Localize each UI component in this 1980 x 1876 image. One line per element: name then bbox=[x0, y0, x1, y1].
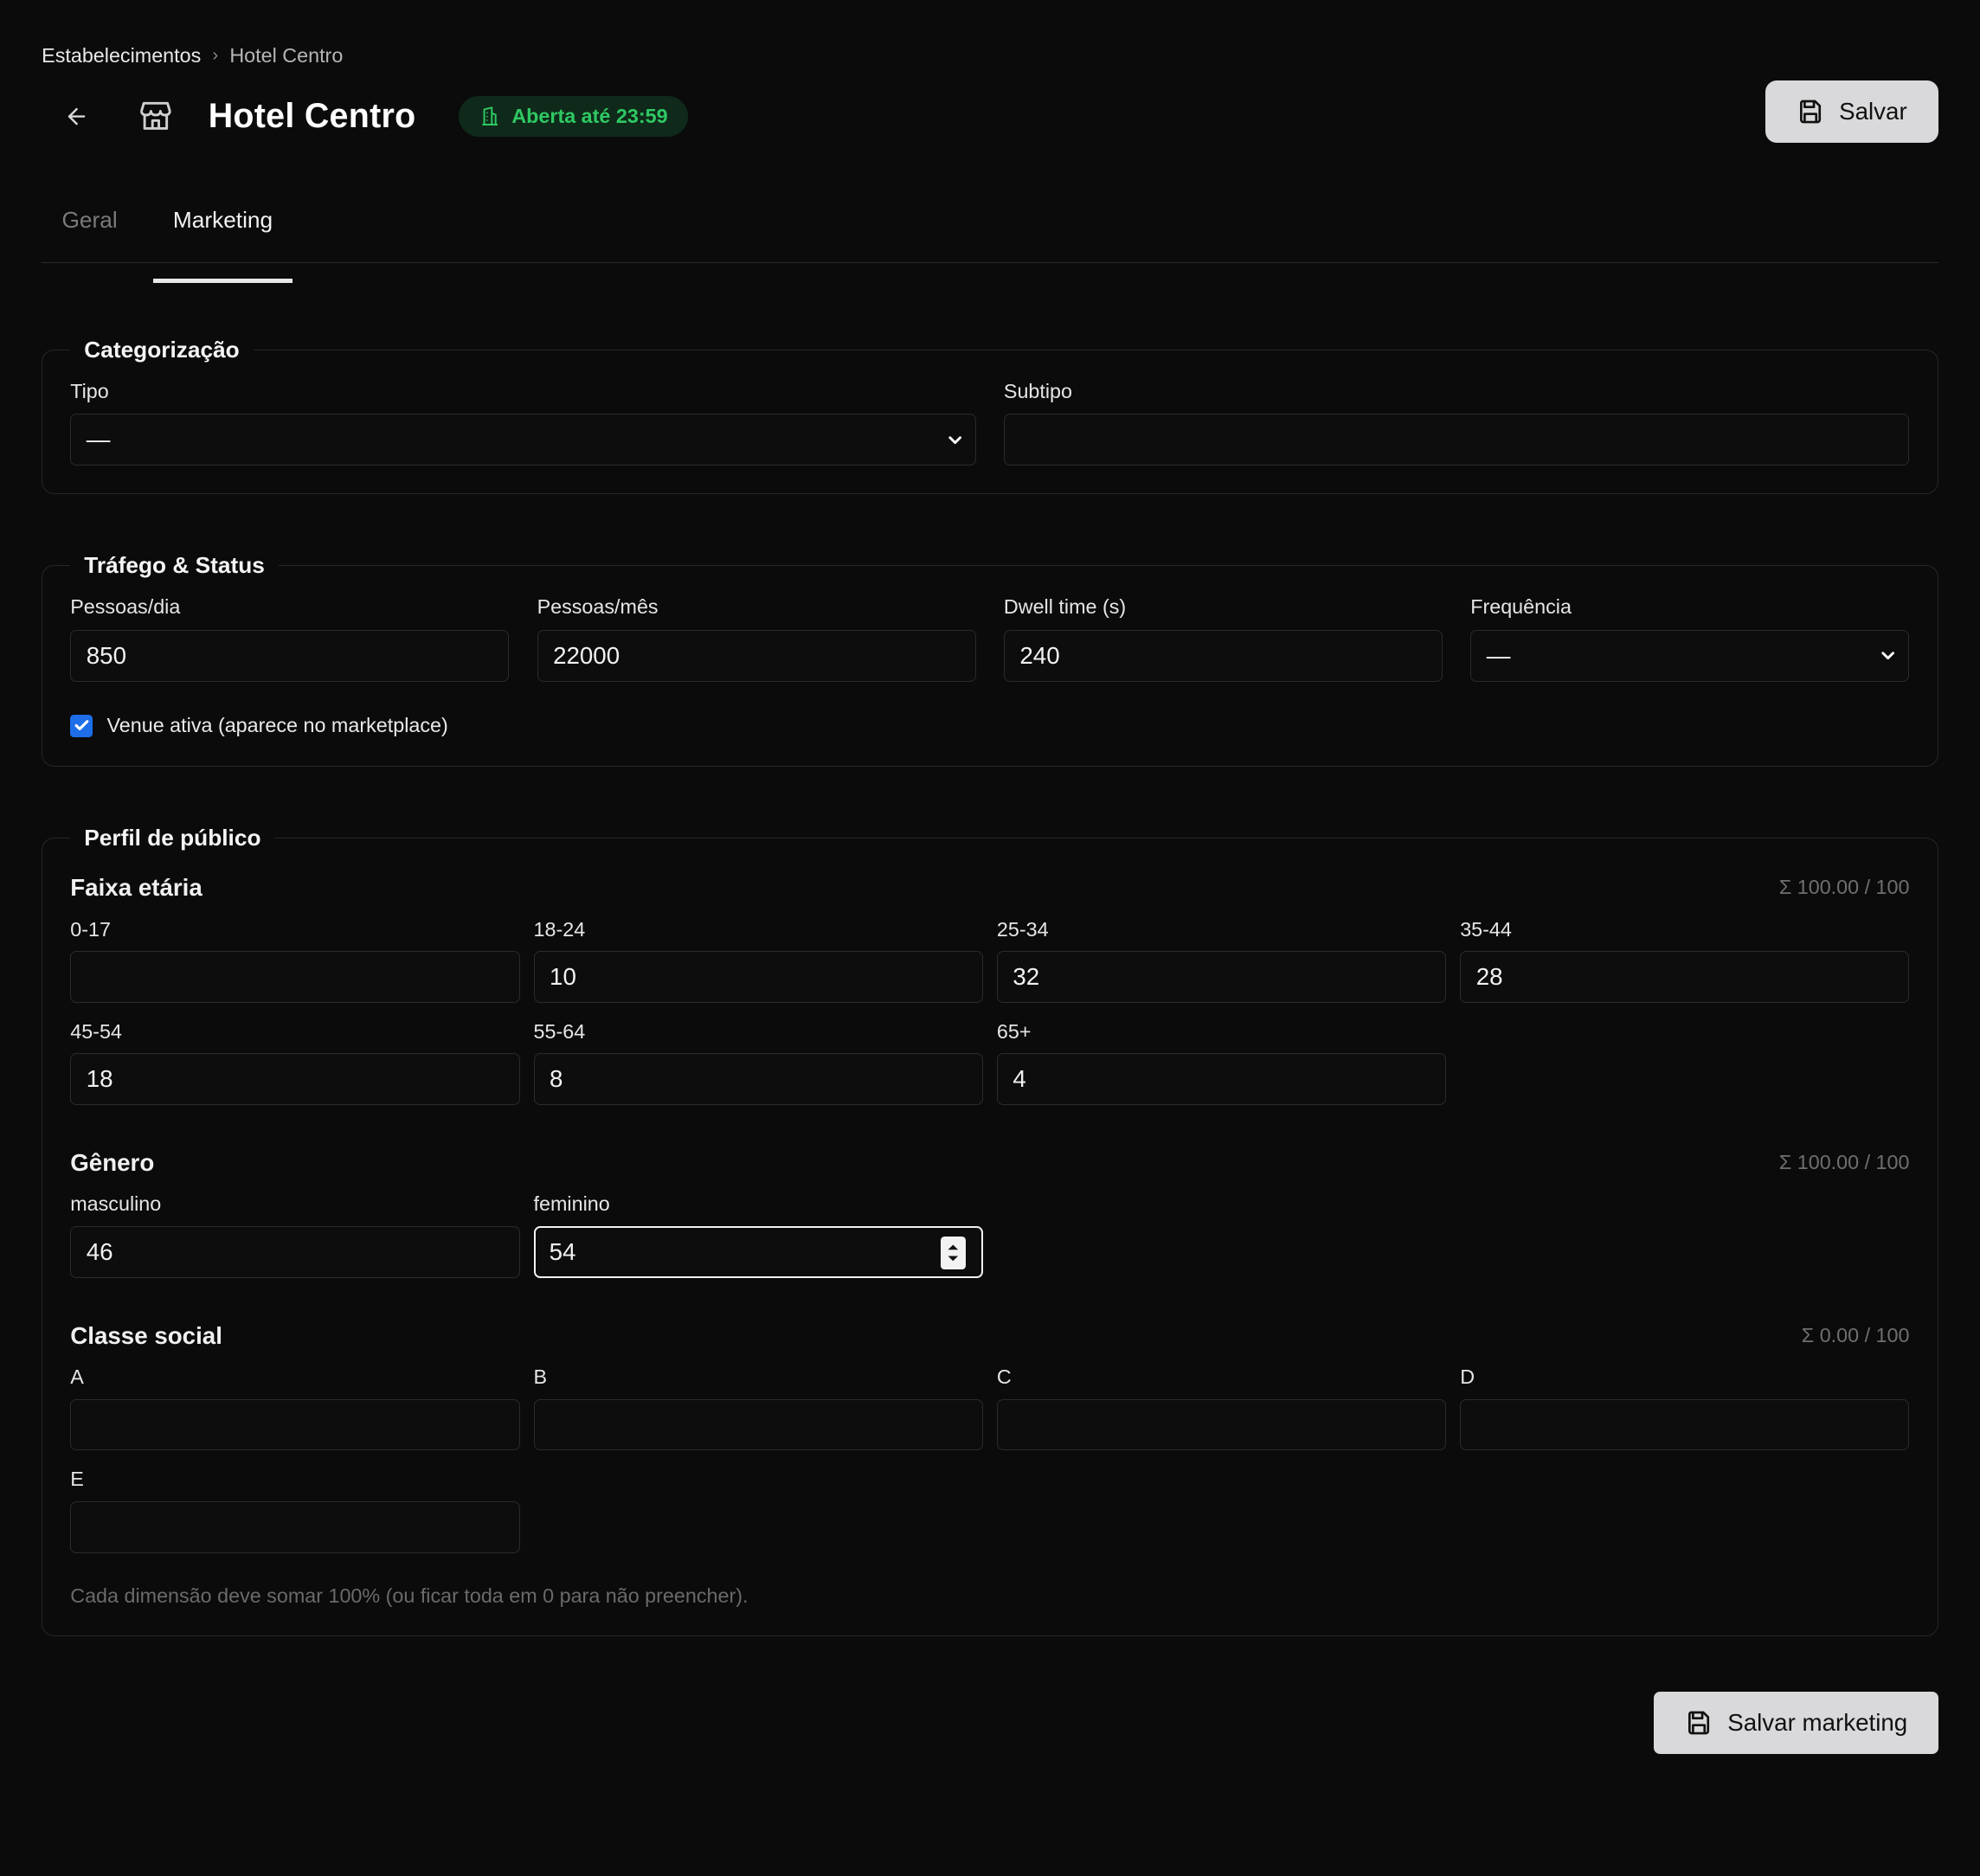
genero-header: Gênero Σ 100.00 / 100 bbox=[70, 1147, 1909, 1179]
footer: Salvar marketing bbox=[0, 1692, 1938, 1754]
age-45-54-input[interactable]: 18 bbox=[70, 1053, 520, 1105]
status-badge: Aberta até 23:59 bbox=[459, 95, 688, 137]
number-stepper[interactable] bbox=[941, 1237, 967, 1269]
venue-ativa-checkbox[interactable] bbox=[70, 714, 93, 738]
age-0-17-label: 0-17 bbox=[70, 917, 111, 941]
save-icon bbox=[1688, 1711, 1709, 1735]
arrow-left-icon[interactable] bbox=[55, 93, 100, 139]
age-65-plus-label: 65+ bbox=[996, 1019, 1032, 1043]
subtipo-label: Subtipo bbox=[1003, 379, 1073, 402]
pessoas-mes-input[interactable]: 22000 bbox=[537, 629, 976, 682]
breadcrumb-current: Hotel Centro bbox=[229, 43, 344, 67]
store-icon bbox=[132, 93, 178, 139]
save-button-label: Salvar bbox=[1839, 98, 1907, 125]
frequencia-value: — bbox=[1486, 641, 1511, 669]
chevron-down-icon bbox=[1881, 652, 1895, 660]
trafego-legend: Tráfego & Status bbox=[84, 552, 265, 579]
classe-d-input[interactable] bbox=[1460, 1398, 1910, 1451]
faixa-etaria-grid: 0-17 18-24 10 25-34 32 35-44 28 45-54 18 55-… bbox=[70, 917, 1910, 1121]
classe-d-label: D bbox=[1460, 1365, 1475, 1389]
classe-c-input[interactable] bbox=[996, 1398, 1447, 1451]
tab-geral[interactable]: Geral bbox=[42, 197, 138, 263]
perfil-hint: Cada dimensão deve somar 100% (ou ficar … bbox=[70, 1584, 749, 1608]
classe-social-sum: Σ 0.00 / 100 bbox=[1801, 1324, 1910, 1347]
feminino-label: feminino bbox=[533, 1192, 610, 1216]
classe-a-label: A bbox=[70, 1365, 84, 1389]
genero-grid: masculino 46 feminino 54 bbox=[70, 1192, 1909, 1294]
classe-b-label: B bbox=[533, 1365, 548, 1389]
save-marketing-button[interactable]: Salvar marketing bbox=[1654, 1692, 1938, 1754]
status-badge-text: Aberta até 23:59 bbox=[511, 104, 668, 127]
classe-e-input[interactable] bbox=[70, 1500, 520, 1553]
age-35-44-input[interactable]: 28 bbox=[1460, 950, 1910, 1003]
save-icon bbox=[1799, 100, 1821, 124]
age-45-54-label: 45-54 bbox=[70, 1019, 122, 1043]
age-35-44-label: 35-44 bbox=[1460, 917, 1512, 941]
check-icon bbox=[74, 720, 89, 731]
age-18-24-input[interactable]: 10 bbox=[533, 950, 983, 1003]
chevron-down-icon bbox=[948, 436, 961, 444]
dwell-time-input[interactable]: 240 bbox=[1003, 629, 1443, 682]
categorizacao-legend: Categorização bbox=[84, 337, 240, 363]
classe-social-grid: A B C D E bbox=[70, 1365, 1910, 1569]
age-65-plus-input[interactable]: 4 bbox=[996, 1053, 1447, 1105]
age-55-64-input[interactable]: 8 bbox=[533, 1053, 983, 1105]
breadcrumb-root-link[interactable]: Estabelecimentos bbox=[42, 44, 201, 67]
venue-ativa-label[interactable]: Venue ativa (aparece no marketplace) bbox=[107, 714, 448, 737]
age-55-64-label: 55-64 bbox=[533, 1019, 586, 1043]
tipo-select[interactable]: — bbox=[70, 414, 976, 466]
perfil-legend: Perfil de público bbox=[84, 824, 261, 851]
classe-b-input[interactable] bbox=[533, 1398, 983, 1451]
pessoas-dia-label: Pessoas/dia bbox=[70, 594, 181, 618]
trafego-section: Tráfego & Status Pessoas/dia 850 Pessoas… bbox=[42, 552, 1938, 767]
breadcrumb-separator: › bbox=[212, 45, 219, 65]
faixa-etaria-title: Faixa etária bbox=[70, 873, 202, 901]
masculino-label: masculino bbox=[70, 1192, 162, 1216]
tab-marketing[interactable]: Marketing bbox=[152, 197, 293, 283]
classe-e-label: E bbox=[70, 1468, 84, 1491]
feminino-input[interactable]: 54 bbox=[533, 1225, 983, 1278]
classe-a-input[interactable] bbox=[70, 1398, 520, 1451]
venue-ativa-row: Venue ativa (aparece no marketplace) bbox=[70, 714, 1909, 738]
genero-title: Gênero bbox=[70, 1148, 155, 1176]
subtipo-input[interactable] bbox=[1003, 414, 1910, 466]
feminino-value: 54 bbox=[549, 1237, 576, 1265]
faixa-etaria-header: Faixa etária Σ 100.00 / 100 bbox=[70, 871, 1909, 904]
age-25-34-label: 25-34 bbox=[996, 917, 1049, 941]
classe-c-label: C bbox=[996, 1365, 1012, 1389]
page-title: Hotel Centro bbox=[208, 96, 416, 135]
building-icon bbox=[482, 106, 498, 126]
perfil-section: Perfil de público Faixa etária Σ 100.00 … bbox=[42, 824, 1938, 1637]
masculino-input[interactable]: 46 bbox=[70, 1225, 520, 1278]
age-25-34-input[interactable]: 32 bbox=[996, 950, 1447, 1003]
frequencia-label: Frequência bbox=[1470, 594, 1572, 618]
classe-social-title: Classe social bbox=[70, 1321, 222, 1349]
pessoas-dia-input[interactable]: 850 bbox=[70, 629, 510, 682]
dwell-time-label: Dwell time (s) bbox=[1003, 594, 1127, 618]
categorizacao-section: Categorização Tipo — Subtipo bbox=[42, 337, 1938, 495]
classe-social-header: Classe social Σ 0.00 / 100 bbox=[70, 1320, 1909, 1352]
tipo-value: — bbox=[86, 426, 111, 453]
faixa-etaria-sum: Σ 100.00 / 100 bbox=[1778, 876, 1910, 899]
tab-bar: Geral Marketing bbox=[42, 197, 1938, 283]
pessoas-mes-label: Pessoas/mês bbox=[537, 594, 659, 618]
save-marketing-label: Salvar marketing bbox=[1727, 1709, 1908, 1737]
save-button[interactable]: Salvar bbox=[1765, 80, 1938, 143]
page-header: Hotel Centro Aberta até 23:59 Salvar bbox=[42, 78, 1938, 154]
age-18-24-label: 18-24 bbox=[533, 917, 586, 941]
frequencia-select[interactable]: — bbox=[1470, 629, 1910, 682]
genero-sum: Σ 100.00 / 100 bbox=[1778, 1151, 1910, 1174]
age-0-17-input[interactable] bbox=[70, 950, 520, 1003]
tipo-label: Tipo bbox=[70, 379, 109, 402]
breadcrumb: Estabelecimentos › Hotel Centro bbox=[42, 38, 1938, 74]
